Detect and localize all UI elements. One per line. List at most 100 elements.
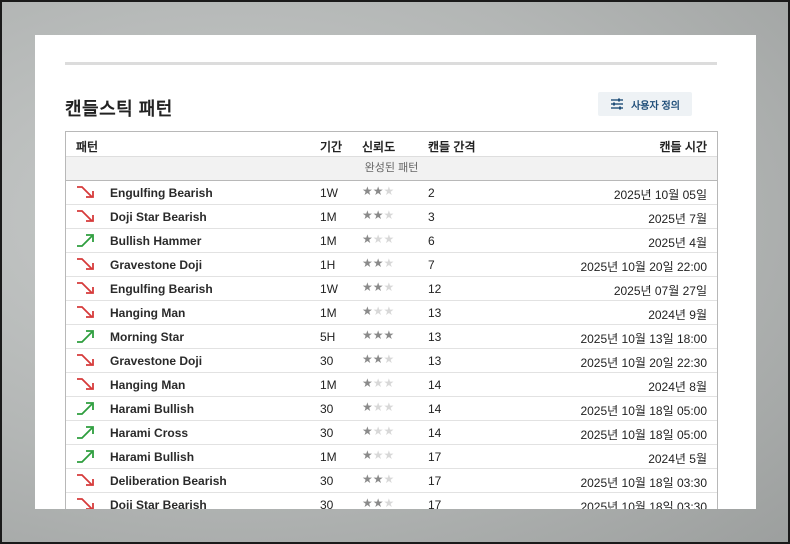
star-icon: ★ [383, 448, 395, 462]
star-icon: ★ [383, 256, 395, 270]
star-icon: ★ [362, 208, 373, 222]
table-row[interactable]: Bullish Hammer 1M ★★★ 6 2025년 4월 [66, 229, 717, 253]
pattern-name: Bullish Hammer [110, 234, 202, 248]
table-row[interactable]: Gravestone Doji 1H ★★★ 7 2025년 10월 20일 22:00 [66, 253, 717, 277]
candle-gap: 7 [428, 258, 435, 272]
star-icon: ★ [383, 304, 395, 318]
pattern-name: Engulfing Bearish [110, 186, 213, 200]
table-row[interactable]: Hanging Man 1M ★★★ 13 2024년 9월 [66, 301, 717, 325]
reliability-stars: ★★★ [362, 472, 394, 486]
pattern-name: Doji Star Bearish [110, 210, 207, 224]
star-icon: ★ [372, 376, 384, 390]
table-row[interactable]: Harami Cross 30 ★★★ 14 2025년 10월 18일 05:00 [66, 421, 717, 445]
candle-time: 2025년 4월 [648, 236, 707, 250]
col-candle-time[interactable]: 캔들 시간 [660, 138, 708, 155]
reliability-stars: ★★★ [362, 424, 394, 438]
reliability-stars: ★★★ [362, 232, 394, 246]
trend-up-icon [76, 328, 98, 344]
customize-button-label: 사용자 정의 [631, 100, 680, 112]
trend-down-icon [76, 496, 98, 509]
reliability-stars: ★★★ [362, 184, 394, 198]
pattern-name: Gravestone Doji [110, 258, 203, 272]
pattern-period: 1W [320, 282, 338, 296]
star-icon: ★ [362, 352, 373, 366]
candle-gap: 12 [428, 282, 442, 296]
star-icon: ★ [362, 328, 373, 342]
candle-time: 2025년 10월 18일 03:30 [580, 476, 707, 490]
table-row[interactable]: Deliberation Bearish 30 ★★★ 17 2025년 10월 18일… [66, 469, 717, 493]
star-icon: ★ [383, 496, 395, 509]
star-icon: ★ [362, 400, 373, 414]
star-icon: ★ [362, 304, 373, 318]
star-icon: ★ [383, 376, 395, 390]
star-icon: ★ [362, 232, 373, 246]
trend-up-icon [76, 448, 98, 464]
star-icon: ★ [383, 208, 395, 222]
star-icon: ★ [362, 376, 373, 390]
candle-gap: 13 [428, 330, 442, 344]
table-row[interactable]: Hanging Man 1M ★★★ 14 2024년 8월 [66, 373, 717, 397]
candle-gap: 17 [428, 498, 442, 509]
reliability-stars: ★★★ [362, 208, 394, 222]
col-candle-gap[interactable]: 캔들 간격 [428, 138, 476, 155]
pattern-period: 30 [320, 474, 334, 488]
candle-gap: 6 [428, 234, 435, 248]
table-row[interactable]: Gravestone Doji 30 ★★★ 13 2025년 10월 20일 22:3… [66, 349, 717, 373]
star-icon: ★ [372, 256, 384, 270]
trend-down-icon [76, 376, 98, 392]
customize-button[interactable]: 사용자 정의 [598, 92, 692, 116]
sliders-icon [611, 98, 624, 110]
star-icon: ★ [362, 448, 373, 462]
pattern-name: Morning Star [110, 330, 184, 344]
candle-time: 2025년 7월 [648, 212, 707, 226]
candle-time: 2024년 5월 [648, 452, 707, 466]
star-icon: ★ [372, 448, 384, 462]
candle-time: 2025년 10월 20일 22:30 [580, 356, 707, 370]
pattern-period: 30 [320, 402, 334, 416]
pattern-name: Gravestone Doji [110, 354, 203, 368]
col-period[interactable]: 기간 [320, 138, 342, 155]
candle-time: 2025년 07월 27일 [613, 284, 707, 298]
reliability-stars: ★★★ [362, 400, 394, 414]
reliability-stars: ★★★ [362, 448, 394, 462]
star-icon: ★ [362, 184, 373, 198]
candle-time: 2024년 8월 [648, 380, 707, 394]
trend-down-icon [76, 256, 98, 272]
candle-time: 2025년 10월 05일 [613, 188, 707, 202]
candle-gap: 14 [428, 378, 442, 392]
reliability-stars: ★★★ [362, 280, 394, 294]
candle-time: 2025년 10월 18일 05:00 [580, 428, 707, 442]
pattern-period: 30 [320, 354, 334, 368]
trend-up-icon [76, 232, 98, 248]
pattern-period: 1M [320, 210, 337, 224]
pattern-name: Hanging Man [110, 306, 186, 320]
table-row[interactable]: Harami Bullish 30 ★★★ 14 2025년 10월 18일 05:00 [66, 397, 717, 421]
star-icon: ★ [362, 280, 373, 294]
star-icon: ★ [383, 184, 395, 198]
table-row[interactable]: Morning Star 5H ★★★ 13 2025년 10월 13일 18:00 [66, 325, 717, 349]
trend-up-icon [76, 424, 98, 440]
table-row[interactable]: Doji Star Bearish 1M ★★★ 3 2025년 7월 [66, 205, 717, 229]
table-row[interactable]: Engulfing Bearish 1W ★★★ 2 2025년 10월 05일 [66, 181, 717, 205]
candle-gap: 14 [428, 402, 442, 416]
reliability-stars: ★★★ [362, 352, 394, 366]
star-icon: ★ [362, 424, 373, 438]
candle-gap: 2 [428, 186, 435, 200]
reliability-stars: ★★★ [362, 256, 394, 270]
col-pattern[interactable]: 패턴 [76, 138, 98, 155]
table-row[interactable]: Doji Star Bearish 30 ★★★ 17 2025년 10월 18일 03… [66, 493, 717, 509]
candle-gap: 13 [428, 306, 442, 320]
reliability-stars: ★★★ [362, 496, 394, 509]
col-reliability[interactable]: 신뢰도 [362, 138, 395, 155]
candle-gap: 14 [428, 426, 442, 440]
star-icon: ★ [362, 472, 373, 486]
candle-time: 2025년 10월 20일 22:00 [580, 260, 707, 274]
trend-down-icon [76, 184, 98, 200]
table-row[interactable]: Engulfing Bearish 1W ★★★ 12 2025년 07월 27일 [66, 277, 717, 301]
pattern-period: 1H [320, 258, 336, 272]
table-row[interactable]: Harami Bullish 1M ★★★ 17 2024년 5월 [66, 445, 717, 469]
star-icon: ★ [372, 496, 384, 509]
candle-gap: 13 [428, 354, 442, 368]
star-icon: ★ [362, 496, 373, 509]
star-icon: ★ [362, 256, 373, 270]
